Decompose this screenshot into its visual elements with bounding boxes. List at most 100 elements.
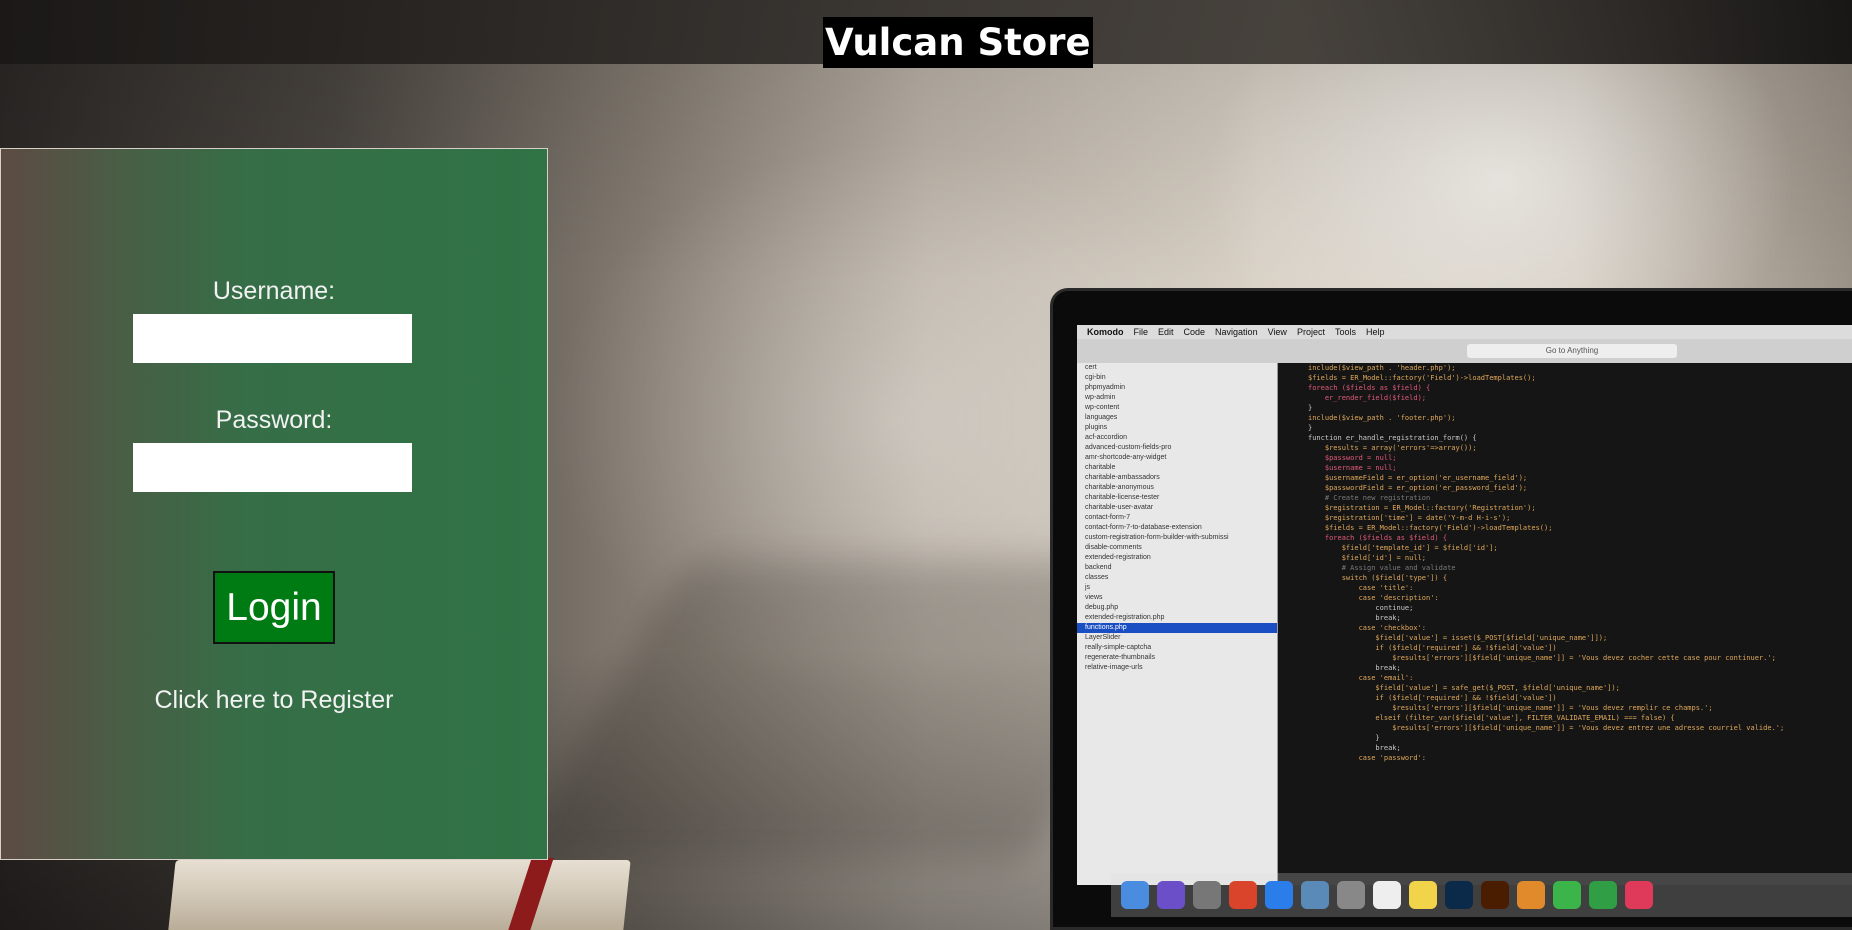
- laptop-menu-item: Project: [1296, 327, 1325, 337]
- file-tree-item: charitable-anonymous: [1085, 484, 1154, 491]
- file-tree-item: functions.php: [1077, 623, 1277, 633]
- code-line: $username = null;: [1308, 464, 1397, 472]
- background-laptop: Komodo File Edit Code Navigation View Project T…: [1050, 288, 1852, 930]
- code-line: include($view_path . 'footer.php');: [1308, 414, 1456, 422]
- code-line: foreach ($fields as $field) {: [1308, 384, 1431, 392]
- file-tree-item: backend: [1085, 564, 1112, 571]
- file-tree-item: cert: [1085, 364, 1097, 371]
- code-line: case 'password':: [1308, 754, 1427, 762]
- code-line: $results['errors'][$field['unique_name']…: [1308, 724, 1785, 732]
- laptop-file-tree: cert cgi-bin phpmyadmin wp-admin wp-content l…: [1077, 363, 1278, 885]
- code-line: continue;: [1308, 604, 1414, 612]
- chrome-icon: [1229, 881, 1257, 909]
- file-tree-item: wp-admin: [1085, 394, 1116, 401]
- laptop-menu-item: Komodo: [1087, 327, 1124, 337]
- code-line: # Create new registration: [1308, 494, 1431, 502]
- file-tree-item: custom-registration-form-builder-with-su…: [1085, 534, 1229, 541]
- code-line: $field['template_id'] = $field['id'];: [1308, 544, 1498, 552]
- code-line: case 'email':: [1308, 674, 1414, 682]
- username-input[interactable]: [133, 314, 412, 363]
- goto-anything-field: Go to Anything: [1467, 344, 1677, 358]
- numbers-icon: [1589, 881, 1617, 909]
- file-tree-item: charitable-license-tester: [1085, 494, 1160, 501]
- code-line: }: [1308, 424, 1313, 432]
- laptop-toolbar: Go to Anything: [1077, 339, 1852, 364]
- file-tree-item: views: [1085, 594, 1103, 601]
- code-line: elseif (filter_var($field['value'], FILT…: [1308, 714, 1675, 722]
- laptop-menu-item: Edit: [1158, 327, 1174, 337]
- file-tree-item: wp-content: [1085, 404, 1120, 411]
- code-line: $results = array('errors'=>array());: [1308, 444, 1477, 452]
- register-link[interactable]: Click here to Register: [0, 686, 548, 715]
- code-line: $password = null;: [1308, 454, 1397, 462]
- file-tree-item: js: [1085, 584, 1091, 591]
- laptop-menu-item: Help: [1365, 327, 1385, 337]
- file-tree-item: really-simple-captcha: [1085, 644, 1152, 651]
- code-line: break;: [1308, 744, 1401, 752]
- code-line: case 'title':: [1308, 584, 1414, 592]
- code-line: $field['value'] = isset($_POST[$field['u…: [1308, 634, 1608, 642]
- notes-icon: [1409, 881, 1437, 909]
- laptop-menu-item: Navigation: [1215, 327, 1258, 337]
- file-tree-item: acf-accordion: [1085, 434, 1128, 441]
- file-tree-item: advanced-custom-fields-pro: [1085, 444, 1172, 451]
- laptop-menu-item: File: [1133, 327, 1149, 337]
- file-tree-item: languages: [1085, 414, 1118, 421]
- code-line: $usernameField = er_option('er_username_…: [1308, 474, 1528, 482]
- code-line: include($view_path . 'header.php');: [1308, 364, 1456, 372]
- laptop-screen: Komodo File Edit Code Navigation View Project T…: [1077, 325, 1852, 885]
- file-tree-item: disable-comments: [1085, 544, 1142, 551]
- password-label: Password:: [215, 406, 333, 434]
- code-line: }: [1308, 404, 1313, 412]
- site-title: Vulcan Store: [823, 17, 1093, 68]
- code-line: er_render_field($field);: [1308, 394, 1427, 402]
- laptop-menu-item: View: [1267, 327, 1287, 337]
- code-line: $registration['time'] = date('Y-m-d H-i-…: [1308, 514, 1511, 522]
- file-tree-item: relative-image-urls: [1085, 664, 1143, 671]
- code-line: if ($field['required'] && !$field['value…: [1308, 644, 1557, 652]
- file-tree-item: regenerate-thumbnails: [1085, 654, 1156, 661]
- laptop-code-editor: include($view_path . 'header.php'); $fiel…: [1278, 363, 1852, 885]
- code-line: $registration = ER_Model::factory('Regis…: [1308, 504, 1536, 512]
- file-tree-item: extended-registration: [1085, 554, 1151, 561]
- launchpad-icon: [1193, 881, 1221, 909]
- code-line: $results['errors'][$field['unique_name']…: [1308, 654, 1776, 662]
- finder-icon: [1121, 881, 1149, 909]
- preview-icon: [1301, 881, 1329, 909]
- code-line: case 'description':: [1308, 594, 1439, 602]
- code-line: $passwordField = er_option('er_password_…: [1308, 484, 1528, 492]
- background-book: [168, 860, 631, 930]
- laptop-menubar: Komodo File Edit Code Navigation View Project T…: [1077, 325, 1852, 339]
- code-line: $fields = ER_Model::factory('Field')->lo…: [1308, 374, 1536, 382]
- code-line: case 'checkbox':: [1308, 624, 1427, 632]
- code-line: if ($field['required'] && !$field['value…: [1308, 694, 1557, 702]
- code-line: $results['errors'][$field['unique_name']…: [1308, 704, 1713, 712]
- file-tree-item: extended-registration.php: [1085, 614, 1165, 621]
- file-tree-item: charitable: [1085, 464, 1116, 471]
- file-tree-item: contact-form-7: [1085, 514, 1131, 521]
- laptop-dock: [1111, 873, 1852, 917]
- file-tree-item: charitable-ambassadors: [1085, 474, 1160, 481]
- file-tree-item: LayerSlider: [1085, 634, 1121, 641]
- code-line: break;: [1308, 664, 1401, 672]
- laptop-menu-item: Code: [1183, 327, 1206, 337]
- file-tree-item: phpmyadmin: [1085, 384, 1126, 391]
- file-tree-item: plugins: [1085, 424, 1108, 431]
- code-line: $fields = ER_Model::factory('Field')->lo…: [1308, 524, 1553, 532]
- settings-icon: [1337, 881, 1365, 909]
- password-input[interactable]: [133, 443, 412, 492]
- code-line: }: [1308, 734, 1380, 742]
- code-line: switch ($field['type']) {: [1308, 574, 1448, 582]
- photos-icon: [1517, 881, 1545, 909]
- file-tree-item: debug.php: [1085, 604, 1119, 611]
- file-tree-item: charitable-user-avatar: [1085, 504, 1154, 511]
- safari-icon: [1265, 881, 1293, 909]
- code-line: # Assign value and validate: [1308, 564, 1456, 572]
- login-button[interactable]: Login: [213, 571, 335, 644]
- file-tree-item: contact-form-7-to-database-extension: [1085, 524, 1202, 531]
- siri-icon: [1157, 881, 1185, 909]
- illustrator-icon: [1481, 881, 1509, 909]
- code-line: $field['value'] = safe_get($_POST, $fiel…: [1308, 684, 1620, 692]
- music-icon: [1625, 881, 1653, 909]
- calendar-icon: [1373, 881, 1401, 909]
